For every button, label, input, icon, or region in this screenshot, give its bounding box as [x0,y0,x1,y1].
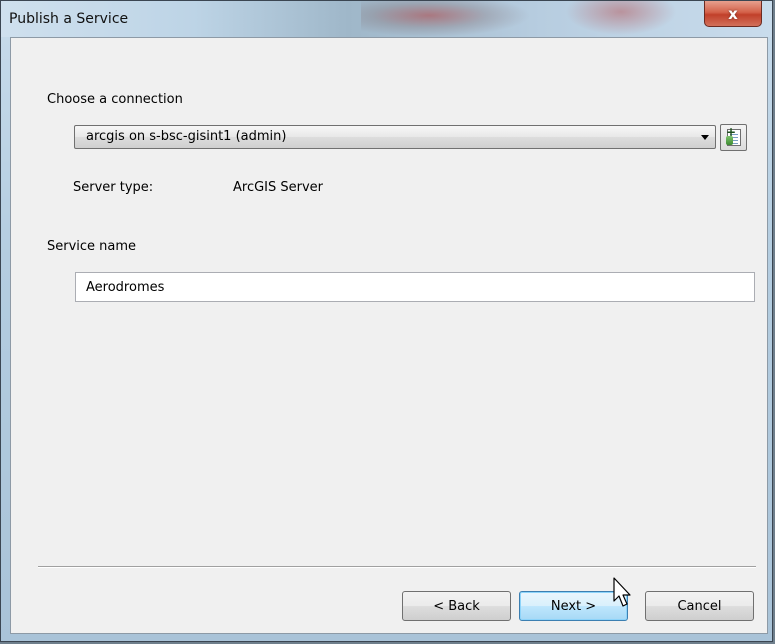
service-name-label: Service name [47,239,137,254]
add-connection-button[interactable]: + [720,124,747,151]
server-type-value: ArcGIS Server [233,180,324,195]
service-name-input-wrapper[interactable] [75,272,755,302]
titlebar-background-art [361,1,531,37]
close-icon: x [728,4,738,23]
cancel-button[interactable]: Cancel [645,591,754,621]
plus-icon: + [726,125,737,139]
title-bar[interactable]: Publish a Service x [1,1,772,37]
next-button[interactable]: Next > [519,591,628,621]
dialog-content: Choose a connection arcgis on s-bsc-gisi… [10,37,768,634]
back-button[interactable]: < Back [402,591,511,621]
window-title: Publish a Service [9,11,129,27]
service-name-input[interactable] [76,273,754,301]
connection-dropdown-value: arcgis on s-bsc-gisint1 (admin) [86,129,287,144]
footer-divider-highlight [38,567,756,568]
publish-service-dialog: Publish a Service x Choose a connection … [0,0,773,642]
close-button[interactable]: x [704,1,762,27]
titlebar-background-art-2 [561,1,681,37]
server-type-label: Server type: [73,180,154,195]
connection-dropdown[interactable]: arcgis on s-bsc-gisint1 (admin) [74,125,716,149]
mouse-cursor-icon [613,577,631,607]
chevron-down-icon[interactable] [701,135,709,140]
choose-connection-label: Choose a connection [47,92,183,107]
